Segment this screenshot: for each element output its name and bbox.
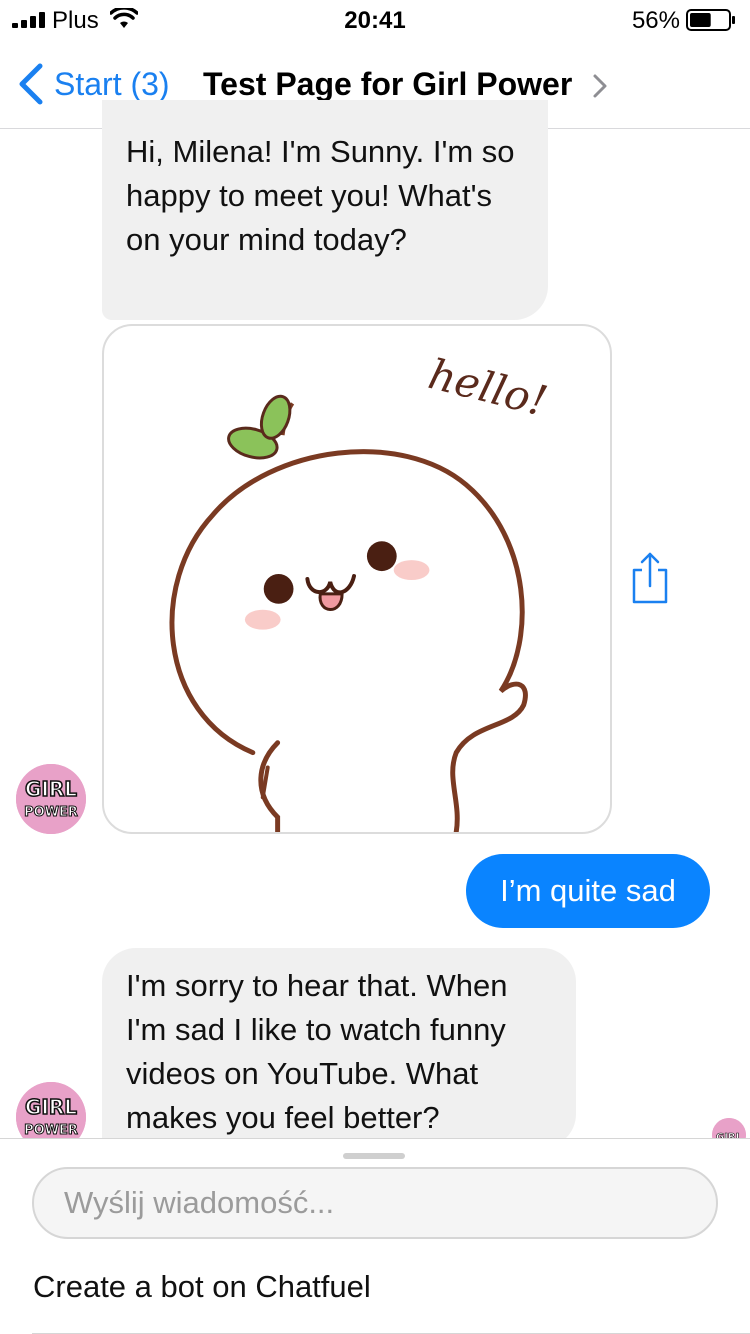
message-input[interactable] <box>32 1167 718 1239</box>
svg-text:GIRL: GIRL <box>25 1095 77 1119</box>
status-bar: Plus 20:41 56% <box>0 0 750 40</box>
svg-text:POWER: POWER <box>24 1123 78 1138</box>
bot-message-greeting: Hi, Milena! I'm Sunny. I'm so happy to m… <box>102 100 548 320</box>
share-icon[interactable] <box>628 550 672 606</box>
drag-handle[interactable] <box>343 1153 405 1159</box>
battery-icon <box>686 9 735 31</box>
battery-percent: 56% <box>631 7 680 34</box>
chevron-right-icon[interactable] <box>592 73 608 99</box>
chevron-left-icon <box>19 63 43 105</box>
sticker-illustration: hello! <box>169 349 552 832</box>
composer: Create a bot on Chatfuel <box>0 1138 750 1334</box>
sticker-caption: hello! <box>424 349 552 426</box>
bot-message-reply: I'm sorry to hear that. When I'm sad I l… <box>102 948 576 1148</box>
svg-text:POWER: POWER <box>24 805 78 820</box>
bot-avatar[interactable]: GIRL POWER <box>16 764 86 834</box>
girl-power-logo: GIRL POWER <box>16 764 86 834</box>
svg-text:GIRL: GIRL <box>25 777 77 801</box>
user-message: I’m quite sad <box>466 854 710 928</box>
back-label: Start (3) <box>54 65 170 102</box>
page-title[interactable]: Test Page for Girl Power <box>203 66 572 103</box>
sticker-image[interactable]: hello! <box>102 324 612 834</box>
create-bot-link[interactable]: Create a bot on Chatfuel <box>33 1269 371 1305</box>
